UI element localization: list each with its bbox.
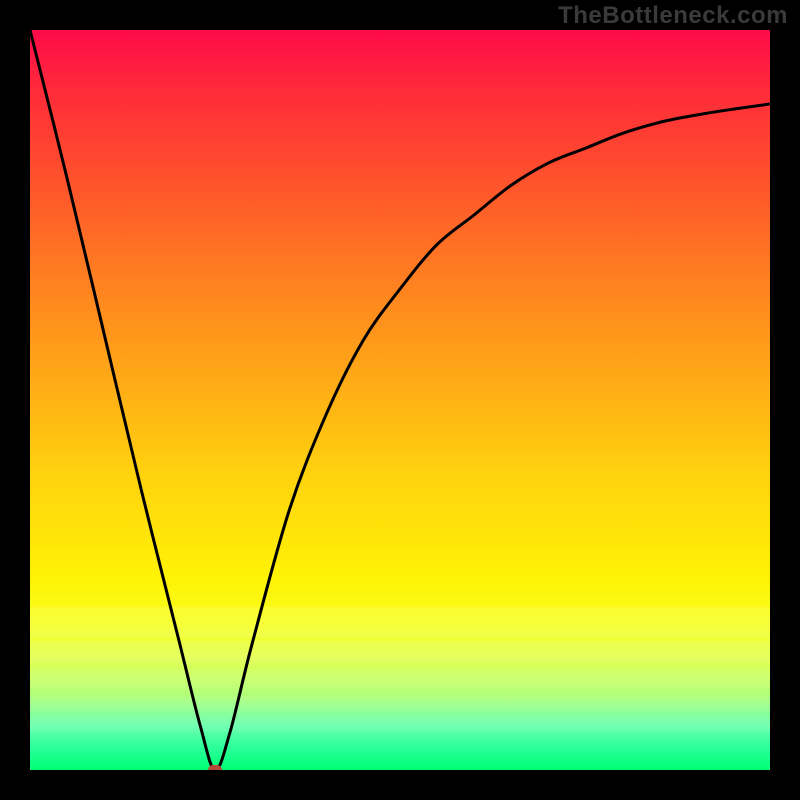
watermark-text: TheBottleneck.com: [558, 2, 788, 30]
bottleneck-curve: [30, 30, 770, 770]
chart-frame: TheBottleneck.com: [0, 0, 800, 800]
plot-area: [30, 30, 770, 770]
curve-svg: [30, 30, 770, 770]
minimum-marker: [208, 765, 222, 770]
